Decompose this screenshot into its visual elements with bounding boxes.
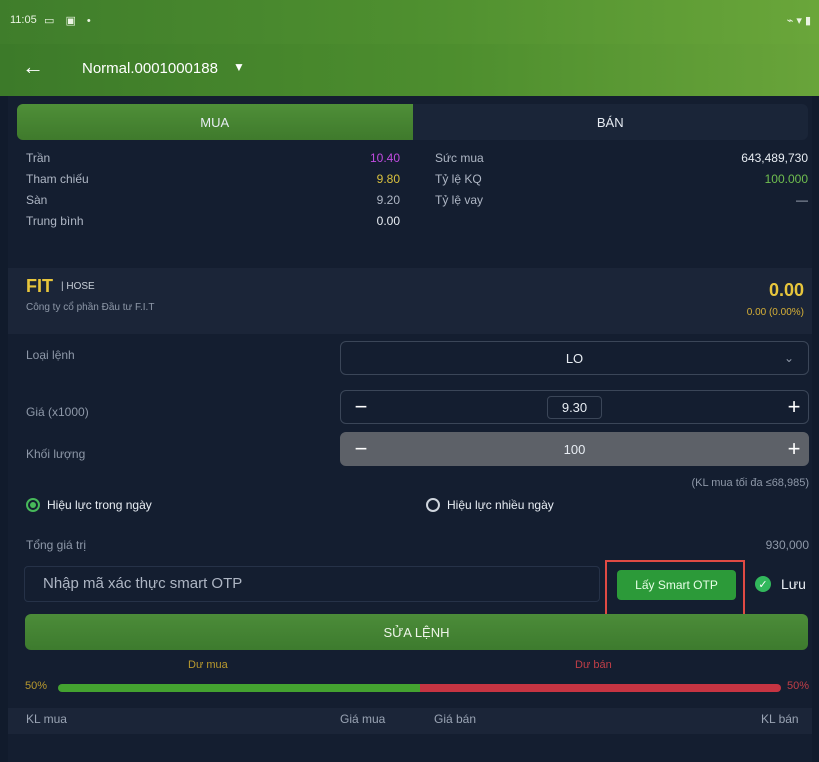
last-price: 0.00	[768, 280, 804, 300]
chevron-down-icon: ⌄	[783, 351, 794, 365]
buy-volume-header: KL mua	[26, 712, 67, 726]
volume-label: Khối lượng	[26, 447, 86, 461]
buy-price-header: Giá mua	[340, 712, 386, 726]
valid-day-radio[interactable]: Hiệu lực trong ngày	[26, 498, 152, 512]
info-label: Tham chiếu	[26, 172, 89, 186]
order-type-label: Loại lệnh	[26, 348, 75, 362]
price-info-left: Trần 10.40 Tham chiếu 9.80 Sàn 9.20 Trung b…	[26, 148, 400, 232]
info-row: Tham chiếu 9.80	[26, 169, 400, 190]
chevron-down-icon[interactable]: ▼	[233, 60, 245, 74]
price-label: Giá (x1000)	[26, 405, 89, 419]
sell-volume-header: KL bán	[761, 712, 799, 726]
volume-input[interactable]: 100	[564, 442, 586, 457]
margin-ratio: 100.000	[764, 172, 808, 186]
stock-exchange: | HOSE	[61, 281, 95, 292]
info-row: Sàn 9.20	[26, 190, 400, 211]
average-price: 0.00	[376, 214, 400, 228]
buy-sell-tabs: MUA BÁN	[17, 104, 808, 140]
otp-input[interactable]: Nhập mã xác thực smart OTP	[24, 566, 600, 602]
info-label: Tỷ lệ KQ	[435, 172, 482, 186]
order-type-select[interactable]: LO ⌄	[340, 341, 809, 375]
status-system-icons: ⌁ ▾ ▮	[786, 15, 811, 27]
info-row: Tỷ lệ vay —	[435, 190, 808, 211]
reference-price: 9.80	[376, 172, 400, 186]
max-volume-note: (KL mua tối đa ≤68,985)	[691, 477, 809, 489]
valid-multi-label: Hiệu lực nhiều ngày	[447, 498, 554, 512]
valid-multi-radio[interactable]: Hiệu lực nhiều ngày	[426, 498, 554, 512]
buy-remaining-percent: 50%	[25, 680, 48, 692]
otp-highlight-box	[605, 560, 745, 618]
price-input[interactable]: 9.30	[546, 395, 603, 419]
save-label: Lưu	[781, 576, 806, 592]
tab-buy[interactable]: MUA	[17, 104, 413, 140]
buy-volume-bar	[58, 684, 420, 692]
buying-power: 643,489,730	[741, 151, 808, 165]
radio-checked-icon	[26, 498, 40, 512]
increase-volume-button[interactable]: +	[779, 434, 809, 464]
info-label: Sức mua	[435, 151, 484, 165]
status-bar: 11:05 ▭ ▣ • ⌁ ▾ ▮	[0, 0, 819, 44]
stock-symbol: FIT	[26, 276, 53, 296]
price-change: 0.00 (0.00%)	[746, 307, 804, 318]
radio-unchecked-icon	[426, 498, 440, 512]
submit-order-button[interactable]: SỬA LỆNH	[25, 614, 808, 650]
company-name: Công ty cổ phần Đầu tư F.I.T	[26, 302, 155, 313]
loan-ratio: —	[796, 193, 808, 207]
save-otp-toggle[interactable]: ✓ Lưu	[755, 576, 806, 592]
increase-price-button[interactable]: +	[779, 392, 809, 422]
ceiling-price: 10.40	[369, 151, 400, 165]
stock-card[interactable]: FIT | HOSE Công ty cổ phần Đầu tư F.I.T …	[8, 268, 812, 334]
volume-stepper[interactable]: 100	[340, 432, 809, 466]
info-label: Trần	[26, 151, 51, 165]
info-row: Trung bình 0.00	[26, 211, 400, 232]
back-arrow-icon[interactable]: ←	[22, 54, 44, 80]
info-row: Sức mua 643,489,730	[435, 148, 808, 169]
sell-remaining-title: Dư bán	[575, 659, 612, 671]
tab-sell[interactable]: BÁN	[412, 104, 808, 140]
app-bar: ← Normal.0001000188 ▼	[0, 44, 819, 96]
decrease-volume-button[interactable]: −	[346, 434, 376, 464]
order-book-header	[8, 708, 812, 734]
valid-day-label: Hiệu lực trong ngày	[47, 498, 152, 512]
account-selector[interactable]: Normal.0001000188	[82, 60, 218, 77]
price-stepper[interactable]: 9.30	[340, 390, 809, 424]
total-value: 930,000	[765, 538, 809, 552]
total-label: Tổng giá trị	[26, 538, 87, 552]
order-type-value: LO	[565, 350, 584, 366]
info-row: Tỷ lệ KQ 100.000	[435, 169, 808, 190]
floor-price: 9.20	[376, 193, 400, 207]
sell-volume-bar	[420, 684, 781, 692]
decrease-price-button[interactable]: −	[346, 392, 376, 422]
info-label: Sàn	[26, 193, 48, 207]
info-label: Tỷ lệ vay	[435, 193, 484, 207]
check-icon: ✓	[755, 576, 771, 592]
buy-remaining-title: Dư mua	[188, 659, 228, 671]
status-notification-icons: ▭ ▣ •	[44, 15, 95, 27]
sell-remaining-percent: 50%	[786, 680, 809, 692]
account-info-right: Sức mua 643,489,730 Tỷ lệ KQ 100.000 Tỷ lệ…	[435, 148, 808, 211]
status-time: 11:05	[10, 14, 37, 26]
info-row: Trần 10.40	[26, 148, 400, 169]
info-label: Trung bình	[26, 214, 84, 228]
sell-price-header: Giá bán	[434, 712, 477, 726]
